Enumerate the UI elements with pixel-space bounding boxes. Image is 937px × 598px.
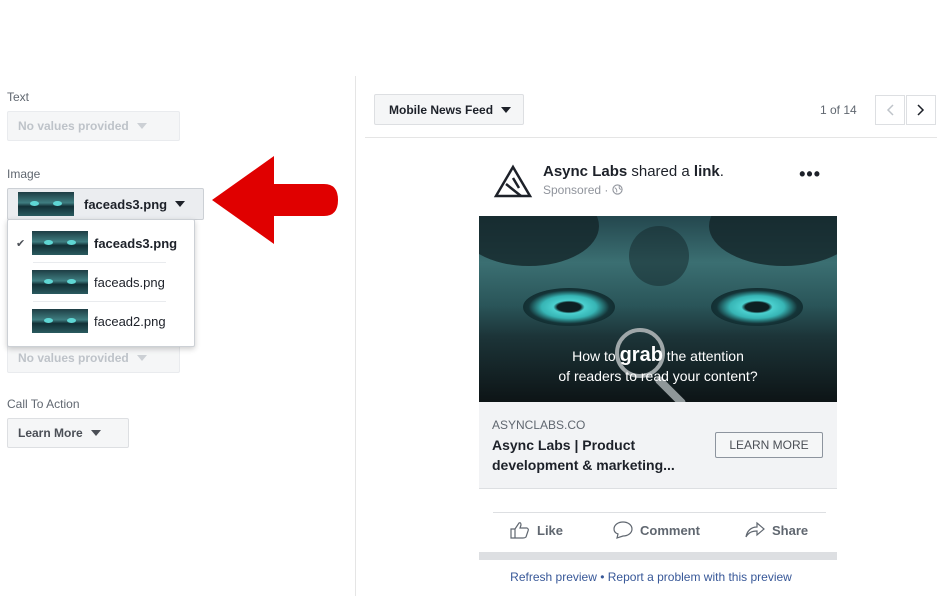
image-thumbnail xyxy=(18,192,74,216)
panel-divider xyxy=(355,76,356,596)
next-button[interactable] xyxy=(906,95,936,125)
async-labs-logo xyxy=(493,164,533,198)
image-option-faceads[interactable]: faceads.png xyxy=(8,263,194,301)
footer-separator: • xyxy=(596,570,608,584)
caret-down-icon xyxy=(136,123,147,129)
like-button[interactable]: Like xyxy=(510,520,563,540)
header-divider xyxy=(365,137,937,138)
image-option-facead2[interactable]: facead2.png xyxy=(8,302,194,340)
actions-divider xyxy=(493,512,826,513)
image-thumbnail xyxy=(32,270,88,294)
shared-text: shared a xyxy=(631,163,690,180)
text-field-value: No values provided xyxy=(18,119,129,133)
check-icon: ✔ xyxy=(16,237,26,250)
post-header: Async Labs shared a link. Sponsored · ••… xyxy=(479,150,837,210)
chevron-right-icon xyxy=(917,104,925,116)
image-option-label: faceads3.png xyxy=(94,235,178,251)
hidden-field-select[interactable]: No values provided xyxy=(7,343,180,373)
placement-select[interactable]: Mobile News Feed xyxy=(374,94,525,125)
image-thumbnail xyxy=(32,231,88,255)
preview-pager: 1 of 14 xyxy=(820,103,857,117)
more-options-button[interactable]: ••• xyxy=(799,164,821,185)
preview-footer: Refresh preview • Report a problem with … xyxy=(365,570,937,584)
text-field-select[interactable]: No values provided xyxy=(7,111,180,141)
shared-period: . xyxy=(719,163,724,180)
ad-image-caption-line2: of readers to read your content? xyxy=(558,368,758,384)
refresh-preview-link[interactable]: Refresh preview xyxy=(510,570,597,584)
image-field-label: Image xyxy=(7,167,41,181)
image-dropdown-menu: ✔ faceads3.png faceads.png facead2.png xyxy=(7,219,195,347)
chevron-left-icon xyxy=(886,104,894,116)
report-problem-link[interactable]: Report a problem with this preview xyxy=(608,570,792,584)
share-icon xyxy=(745,521,765,538)
image-thumbnail xyxy=(32,309,88,333)
hidden-field-value: No values provided xyxy=(18,351,129,365)
image-option-faceads3[interactable]: ✔ faceads3.png xyxy=(8,224,194,262)
comment-icon xyxy=(613,521,633,539)
cta-select[interactable]: Learn More xyxy=(7,418,129,448)
eye-left xyxy=(523,288,615,326)
learn-more-button[interactable]: LEARN MORE xyxy=(715,432,823,458)
link-domain: ASYNCLABS.CO xyxy=(492,418,586,432)
ad-image[interactable]: How to grab the attention of readers to … xyxy=(479,216,837,402)
image-select-button[interactable]: faceads3.png xyxy=(7,188,204,220)
caret-down-icon xyxy=(175,201,186,207)
like-icon xyxy=(510,522,529,539)
image-option-label: faceads.png xyxy=(94,274,165,290)
link-headline: Async Labs | Product development & marke… xyxy=(492,437,675,473)
sponsored-label: Sponsored · xyxy=(543,183,623,197)
text-field-label: Text xyxy=(7,90,30,104)
image-option-label: facead2.png xyxy=(94,313,166,329)
page-name-link[interactable]: Async Labs xyxy=(543,163,627,180)
image-select-value: faceads3.png xyxy=(84,196,168,212)
red-arrow-annotation xyxy=(212,156,338,244)
comment-button[interactable]: Comment xyxy=(613,520,700,540)
share-button[interactable]: Share xyxy=(745,520,808,540)
caret-down-icon xyxy=(501,106,512,113)
eye-right xyxy=(711,288,803,326)
placement-value: Mobile News Feed xyxy=(389,102,494,117)
post-bottom-bar xyxy=(479,552,837,560)
shared-object-link[interactable]: link xyxy=(694,163,720,180)
link-preview[interactable]: ASYNCLABS.CO Async Labs | Product develo… xyxy=(479,402,837,489)
globe-icon xyxy=(612,184,623,195)
cta-select-value: Learn More xyxy=(18,426,83,440)
post-author-line: Async Labs shared a link. xyxy=(543,163,724,180)
ad-image-caption-line1: How to grab the attention xyxy=(572,344,744,366)
caret-down-icon xyxy=(90,430,101,436)
caret-down-icon xyxy=(136,355,147,361)
cta-field-label: Call To Action xyxy=(7,397,80,411)
previous-button[interactable] xyxy=(875,95,905,125)
